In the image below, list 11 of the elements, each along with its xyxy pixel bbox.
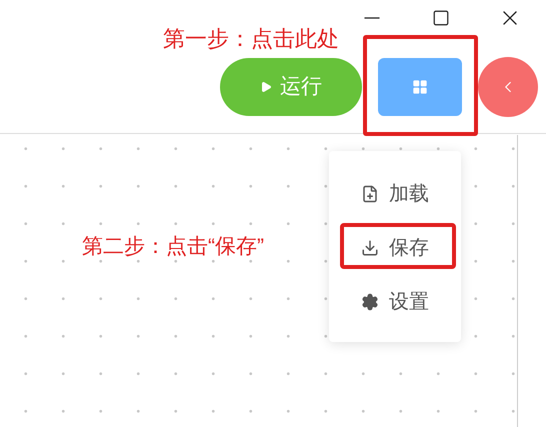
menu-item[interactable]: 保存 xyxy=(361,229,429,266)
annotation-text: 第一步：点击此处 xyxy=(163,25,339,53)
grid-icon xyxy=(412,79,428,95)
menu-item[interactable]: 加载 xyxy=(361,175,429,212)
download-icon xyxy=(361,238,379,256)
maximize-icon[interactable] xyxy=(432,9,450,27)
menu-item[interactable]: 设置 xyxy=(361,283,429,320)
settings-icon xyxy=(361,292,379,310)
annotation-text: 第二步：点击“保存” xyxy=(82,234,264,260)
play-icon xyxy=(260,81,272,93)
file-plus-icon xyxy=(361,184,379,202)
